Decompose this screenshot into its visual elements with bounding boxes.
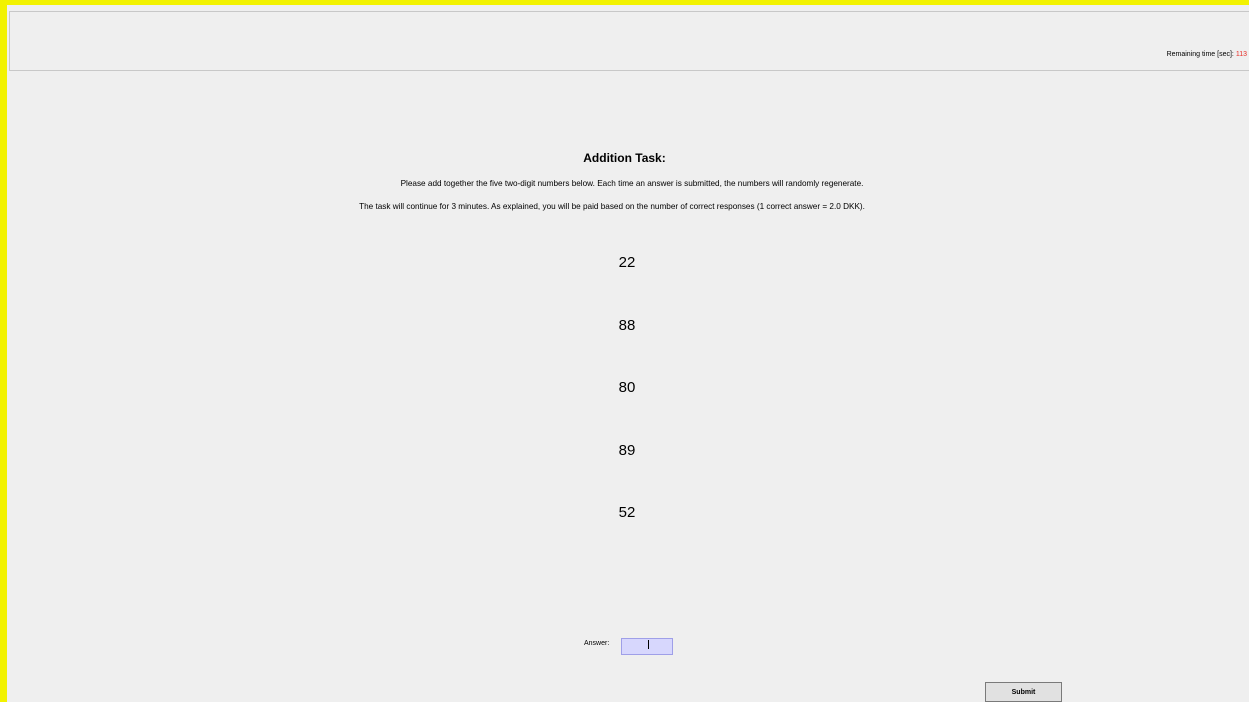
instruction-text-1: Please add together the five two-digit n…	[400, 179, 864, 188]
remaining-time-value: 113	[1235, 51, 1247, 58]
answer-input[interactable]	[621, 638, 673, 655]
addend-number-1: 22	[618, 254, 636, 271]
text-cursor	[648, 640, 649, 649]
addend-number-3: 80	[618, 379, 636, 396]
addend-number-4: 89	[618, 442, 636, 459]
remaining-time-label: Remaining time [sec]:	[1166, 51, 1234, 58]
answer-label: Answer:	[584, 640, 610, 647]
submit-button[interactable]: Submit	[985, 682, 1062, 702]
remaining-time: Remaining time [sec]: 113	[1167, 51, 1247, 58]
header-panel: Remaining time [sec]: 113	[9, 11, 1249, 71]
window-frame-top	[0, 0, 1249, 5]
window-frame-left	[0, 0, 7, 702]
task-title: Addition Task:	[583, 151, 666, 165]
addend-number-5: 52	[618, 504, 636, 521]
instruction-text-2: The task will continue for 3 minutes. As…	[359, 202, 865, 211]
addend-number-2: 88	[618, 317, 636, 334]
